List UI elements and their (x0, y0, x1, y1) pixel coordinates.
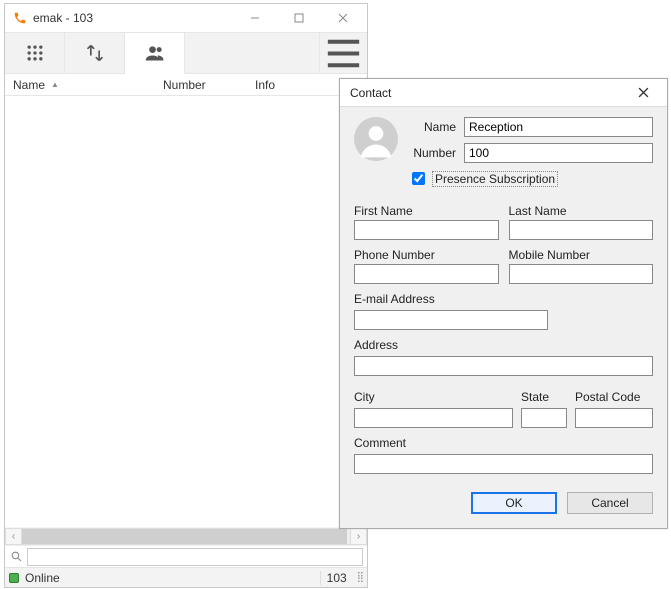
email-label: E-mail Address (354, 292, 653, 306)
dialog-title-bar: Contact (340, 79, 667, 107)
scroll-track[interactable] (22, 528, 350, 545)
address-field[interactable] (354, 356, 653, 376)
first-name-label: First Name (354, 204, 499, 218)
mobile-label: Mobile Number (509, 248, 654, 262)
city-label: City (354, 390, 513, 404)
postal-label: Postal Code (575, 390, 653, 404)
postal-field[interactable] (575, 408, 653, 428)
resize-grip-icon[interactable]: ⣿ (353, 572, 363, 583)
horizontal-scrollbar[interactable]: ‹ › (5, 527, 367, 545)
sort-asc-icon: ▲ (51, 80, 59, 89)
presence-indicator-icon (9, 573, 19, 583)
main-window: emak - 103 Name ▲ Number Info ‹ › (4, 3, 368, 588)
menu-button[interactable] (319, 33, 367, 73)
dialog-title: Contact (350, 86, 391, 100)
dialpad-tab[interactable] (5, 33, 65, 73)
state-label: State (521, 390, 567, 404)
transfer-tab[interactable] (65, 33, 125, 73)
column-number[interactable]: Number (163, 78, 255, 92)
status-bar: Online 103 ⣿ (5, 567, 367, 587)
status-text: Online (25, 571, 60, 585)
city-field[interactable] (354, 408, 513, 428)
number-field[interactable] (464, 143, 653, 163)
column-headers: Name ▲ Number Info (5, 74, 367, 96)
name-label: Name (408, 120, 456, 134)
main-toolbar (5, 32, 367, 74)
window-title: emak - 103 (33, 11, 93, 25)
last-name-field[interactable] (509, 220, 654, 240)
contact-list[interactable] (5, 96, 367, 527)
column-name[interactable]: Name ▲ (13, 78, 163, 92)
scroll-right-icon[interactable]: › (350, 528, 367, 545)
search-input[interactable] (27, 548, 363, 566)
phone-field[interactable] (354, 264, 499, 284)
maximize-button[interactable] (277, 5, 321, 31)
last-name-label: Last Name (509, 204, 654, 218)
presence-checkbox[interactable] (412, 172, 425, 185)
search-row (5, 545, 367, 567)
phone-label: Phone Number (354, 248, 499, 262)
close-button[interactable] (321, 5, 365, 31)
scroll-left-icon[interactable]: ‹ (5, 528, 22, 545)
avatar-icon (354, 117, 398, 161)
mobile-field[interactable] (509, 264, 654, 284)
title-bar: emak - 103 (5, 4, 367, 32)
scroll-thumb[interactable] (22, 529, 347, 544)
name-field[interactable] (464, 117, 653, 137)
search-icon (9, 550, 23, 563)
number-label: Number (408, 146, 456, 160)
dialog-close-button[interactable] (623, 81, 663, 105)
contacts-tab[interactable] (125, 33, 185, 74)
first-name-field[interactable] (354, 220, 499, 240)
extension-number: 103 (320, 571, 353, 585)
email-field[interactable] (354, 310, 548, 330)
address-label: Address (354, 338, 653, 352)
state-field[interactable] (521, 408, 567, 428)
ok-button[interactable]: OK (471, 492, 557, 514)
dialog-body: Name Number Presence Subscription First … (340, 107, 667, 528)
presence-label: Presence Subscription (432, 171, 558, 187)
column-name-label: Name (13, 78, 45, 92)
app-icon (13, 11, 27, 25)
comment-field[interactable] (354, 454, 653, 474)
comment-label: Comment (354, 436, 653, 450)
contact-dialog: Contact Name Number Presen (339, 78, 668, 529)
minimize-button[interactable] (233, 5, 277, 31)
cancel-button[interactable]: Cancel (567, 492, 653, 514)
